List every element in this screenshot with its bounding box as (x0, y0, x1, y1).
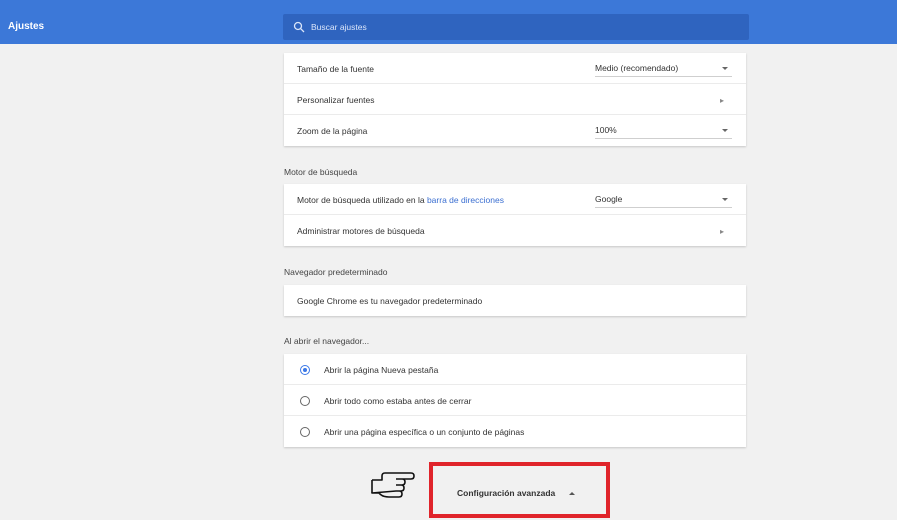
zoom-select[interactable]: 100% (595, 121, 732, 139)
zoom-value: 100% (595, 125, 617, 135)
startup-option-specific-pages[interactable]: Abrir una página específica o un conjunt… (284, 416, 746, 447)
chevron-up-icon (569, 492, 575, 495)
zoom-label: Zoom de la página (297, 126, 368, 136)
startup-option-label: Abrir una página específica o un conjunt… (324, 427, 525, 437)
search-engine-row: Motor de búsqueda utilizado en la barra … (284, 184, 746, 215)
manage-engines-row[interactable]: Administrar motores de búsqueda ▸ (284, 215, 746, 246)
dropdown-caret-icon (722, 67, 728, 70)
startup-card: Abrir la página Nueva pestaña Abrir todo… (284, 354, 746, 447)
default-browser-status: Google Chrome es tu navegador predetermi… (297, 296, 483, 306)
search-engine-label: Motor de búsqueda utilizado en la barra … (297, 195, 504, 205)
section-title-startup: Al abrir el navegador... (284, 336, 370, 346)
advanced-settings-button[interactable]: Configuración avanzada (429, 462, 610, 518)
font-size-label: Tamaño de la fuente (297, 64, 375, 74)
chevron-right-icon: ▸ (720, 96, 725, 105)
chevron-right-icon: ▸ (720, 227, 725, 236)
zoom-row: Zoom de la página 100% (284, 115, 746, 146)
radio-button[interactable] (300, 396, 310, 406)
search-engine-label-text: Motor de búsqueda utilizado en la (297, 195, 427, 205)
search-engine-select[interactable]: Google (595, 190, 732, 208)
radio-button-checked[interactable] (300, 365, 310, 375)
pointing-hand-icon (371, 472, 415, 498)
startup-option-new-tab[interactable]: Abrir la página Nueva pestaña (284, 354, 746, 385)
search-icon (293, 21, 305, 33)
font-size-row: Tamaño de la fuente Medio (recomendado) (284, 53, 746, 84)
advanced-settings-label: Configuración avanzada (457, 488, 556, 498)
search-engine-card: Motor de búsqueda utilizado en la barra … (284, 184, 746, 246)
font-size-select[interactable]: Medio (recomendado) (595, 59, 732, 77)
search-input[interactable]: Buscar ajustes (311, 22, 367, 32)
default-browser-card: Google Chrome es tu navegador predetermi… (284, 285, 746, 316)
search-engine-value: Google (595, 194, 623, 204)
custom-fonts-row[interactable]: Personalizar fuentes ▸ (284, 84, 746, 115)
search-box[interactable]: Buscar ajustes (283, 14, 749, 40)
dropdown-caret-icon (722, 129, 728, 132)
address-bar-link[interactable]: barra de direcciones (427, 195, 504, 205)
startup-option-continue[interactable]: Abrir todo como estaba antes de cerrar (284, 385, 746, 416)
startup-option-label: Abrir todo como estaba antes de cerrar (324, 396, 472, 406)
app-header: Ajustes Buscar ajustes (0, 0, 897, 44)
font-size-value: Medio (recomendado) (595, 63, 679, 73)
custom-fonts-label: Personalizar fuentes (297, 95, 375, 105)
default-browser-row: Google Chrome es tu navegador predetermi… (284, 285, 746, 316)
appearance-card: Tamaño de la fuente Medio (recomendado) … (284, 53, 746, 146)
manage-engines-label: Administrar motores de búsqueda (297, 226, 425, 236)
section-title-default-browser: Navegador predeterminado (284, 267, 388, 277)
radio-button[interactable] (300, 427, 310, 437)
startup-option-label: Abrir la página Nueva pestaña (324, 365, 439, 375)
dropdown-caret-icon (722, 198, 728, 201)
section-title-search-engine: Motor de búsqueda (284, 167, 358, 177)
app-title: Ajustes (8, 21, 45, 32)
